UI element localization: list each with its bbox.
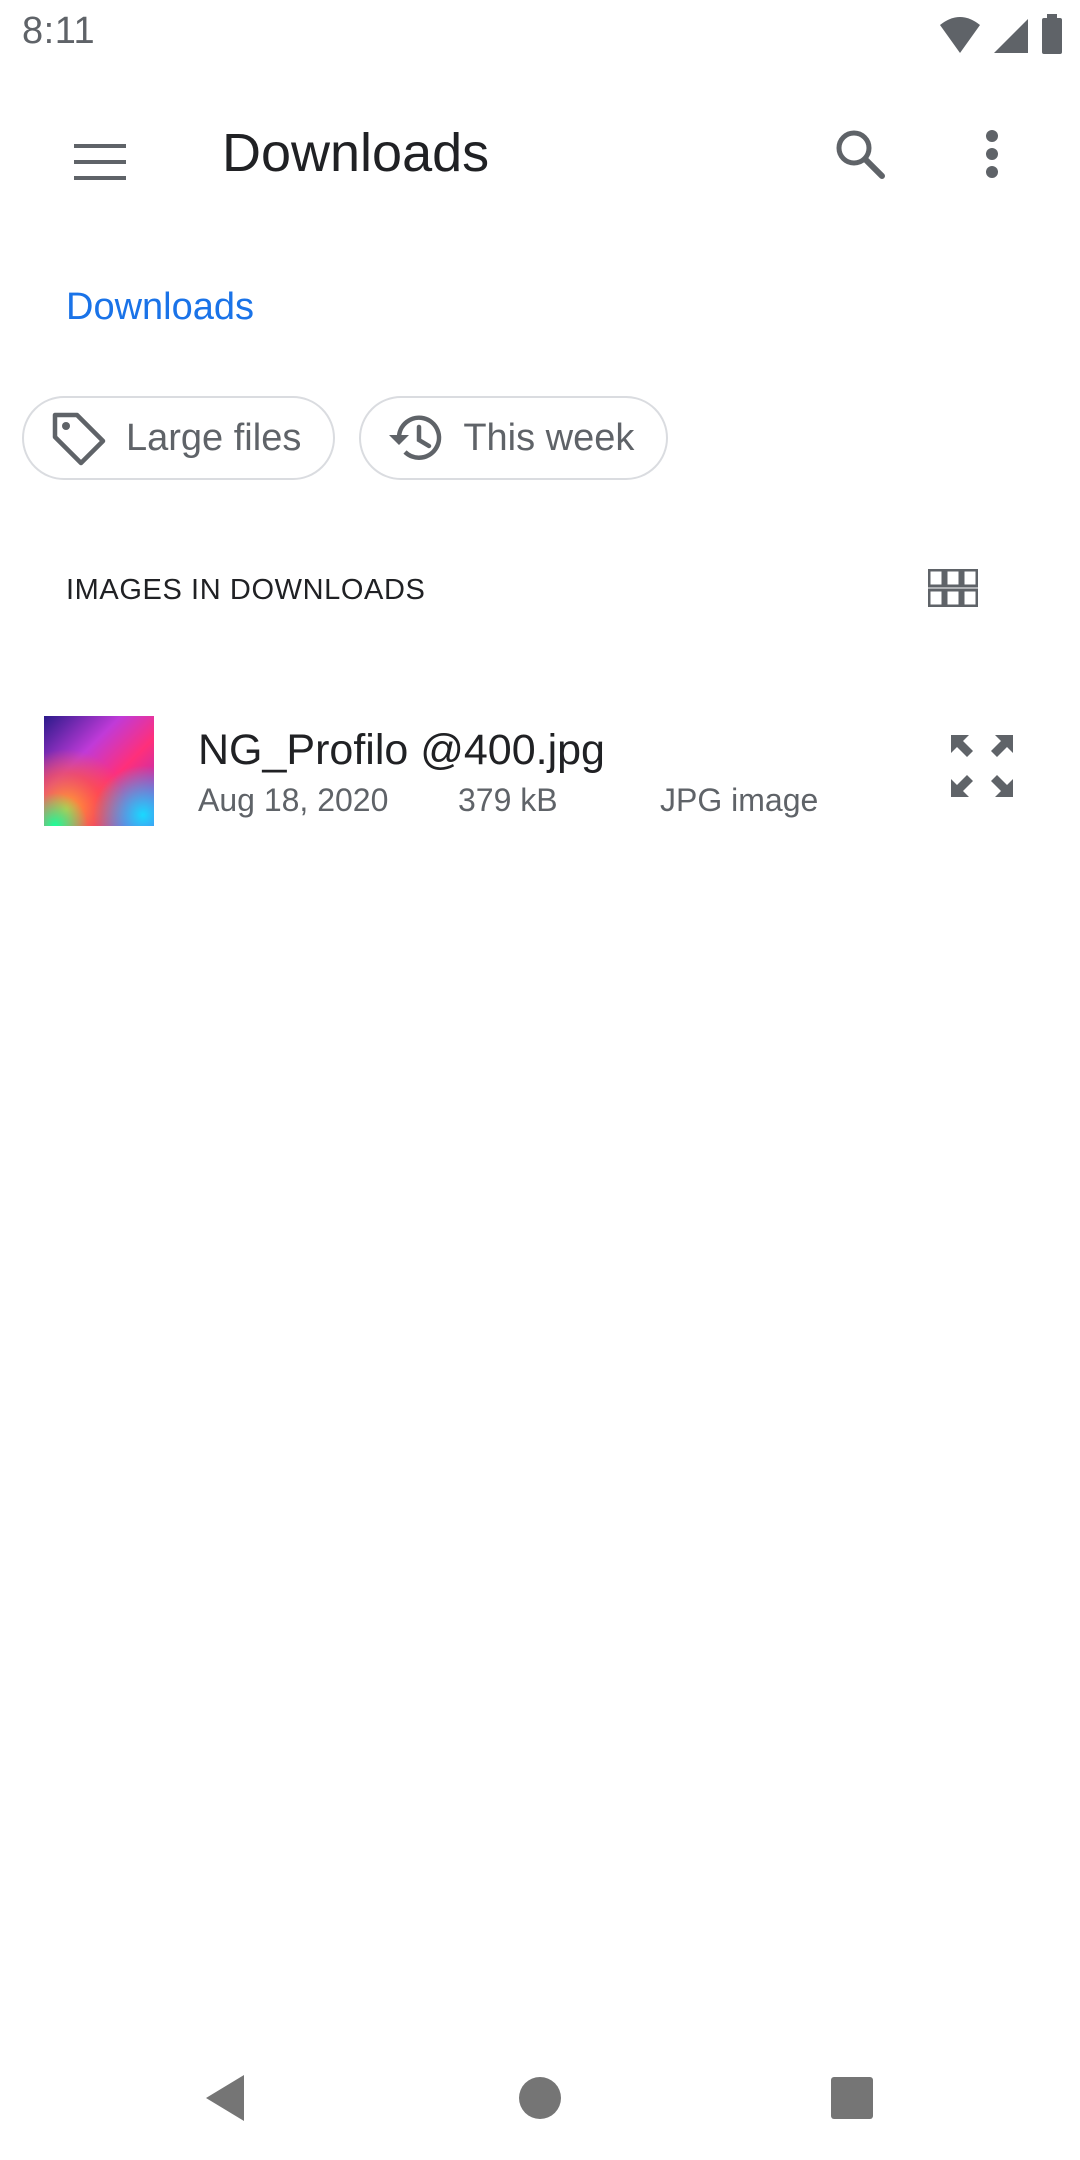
search-button[interactable] xyxy=(816,112,904,200)
files-app-screen: 8:11 Downloads Downloads Large files Thi… xyxy=(0,0,1080,2160)
section-header: IMAGES IN DOWNLOADS xyxy=(66,574,426,606)
status-bar: 8:11 xyxy=(0,0,1080,68)
app-bar: Downloads xyxy=(0,92,1080,222)
grid-view-button[interactable] xyxy=(920,560,986,620)
grid-view-icon xyxy=(927,568,979,612)
home-button[interactable] xyxy=(500,2060,580,2140)
expand-icon xyxy=(949,733,1015,804)
file-thumbnail xyxy=(44,716,154,826)
chip-label: This week xyxy=(463,416,635,459)
tag-icon xyxy=(48,408,108,468)
menu-button[interactable] xyxy=(56,120,144,208)
wifi-icon xyxy=(938,15,982,60)
more-options-button[interactable] xyxy=(948,112,1036,200)
chip-this-week[interactable]: This week xyxy=(359,396,669,480)
file-name: NG_Profilo @400.jpg xyxy=(198,726,605,774)
file-size: 379 kB xyxy=(458,782,558,818)
breadcrumb[interactable]: Downloads xyxy=(66,286,254,329)
menu-icon xyxy=(74,143,126,185)
more-vert-icon xyxy=(985,129,999,183)
preview-button[interactable] xyxy=(940,726,1024,810)
file-date: Aug 18, 2020 xyxy=(198,782,389,818)
file-type: JPG image xyxy=(660,782,819,818)
history-icon xyxy=(385,408,445,468)
chip-large-files[interactable]: Large files xyxy=(22,396,336,480)
status-time: 8:11 xyxy=(22,10,96,52)
battery-icon xyxy=(1040,14,1064,61)
status-icons xyxy=(938,14,1064,61)
system-nav-bar xyxy=(0,2040,1080,2160)
page-title: Downloads xyxy=(222,123,490,183)
home-icon xyxy=(518,2076,562,2125)
back-icon xyxy=(204,2073,248,2128)
recents-icon xyxy=(830,2076,874,2125)
back-button[interactable] xyxy=(186,2060,266,2140)
filter-chips: Large files This week xyxy=(22,396,669,480)
recents-button[interactable] xyxy=(812,2060,892,2140)
search-icon xyxy=(834,128,886,185)
file-list-item[interactable]: NG_Profilo @400.jpg Aug 18, 2020 379 kB … xyxy=(0,690,1080,850)
chip-label: Large files xyxy=(126,416,302,459)
cell-signal-icon xyxy=(992,15,1030,60)
